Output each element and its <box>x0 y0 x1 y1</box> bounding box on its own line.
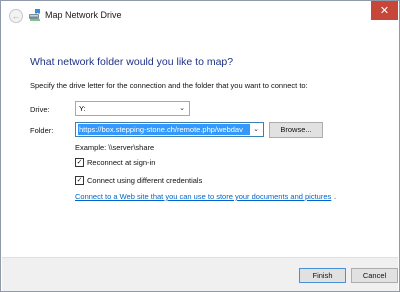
checkmark-icon: ✓ <box>76 176 83 184</box>
map-network-drive-dialog: ← Map Network Drive ✕ What network folde… <box>0 0 400 292</box>
dialog-footer: Finish Cancel <box>2 257 398 291</box>
title-bar: ← Map Network Drive ✕ <box>1 1 399 31</box>
drive-select[interactable]: Y: ⌄ <box>75 101 190 116</box>
web-link-period: . <box>334 192 337 201</box>
browse-button[interactable]: Browse... <box>269 122 323 138</box>
back-arrow-icon[interactable]: ← <box>9 9 23 23</box>
instruction-text: Specify the drive letter for the connect… <box>30 81 308 90</box>
checkmark-icon: ✓ <box>76 158 83 166</box>
page-heading: What network folder would you like to ma… <box>30 56 234 68</box>
cancel-button[interactable]: Cancel <box>351 268 398 283</box>
drive-select-value: Y: <box>79 104 86 113</box>
network-drive-icon <box>29 9 40 21</box>
different-credentials-checkbox[interactable]: ✓ <box>75 176 84 185</box>
chevron-down-icon[interactable]: ⌄ <box>251 123 261 136</box>
folder-label: Folder: <box>30 126 54 135</box>
close-icon[interactable]: ✕ <box>371 1 398 20</box>
chevron-down-icon[interactable]: ⌄ <box>177 102 187 115</box>
drive-label: Drive: <box>30 105 50 114</box>
folder-input[interactable]: https://box.stepping-stone.ch/remote.php… <box>78 124 250 135</box>
window-title: Map Network Drive <box>45 10 122 20</box>
finish-button[interactable]: Finish <box>299 268 346 283</box>
example-text: Example: \\server\share <box>75 143 155 152</box>
reconnect-label[interactable]: Reconnect at sign-in <box>87 158 155 167</box>
reconnect-checkbox[interactable]: ✓ <box>75 158 84 167</box>
web-site-link[interactable]: Connect to a Web site that you can use t… <box>75 192 331 201</box>
folder-combobox[interactable]: https://box.stepping-stone.ch/remote.php… <box>75 122 264 137</box>
different-credentials-label[interactable]: Connect using different credentials <box>87 176 202 185</box>
